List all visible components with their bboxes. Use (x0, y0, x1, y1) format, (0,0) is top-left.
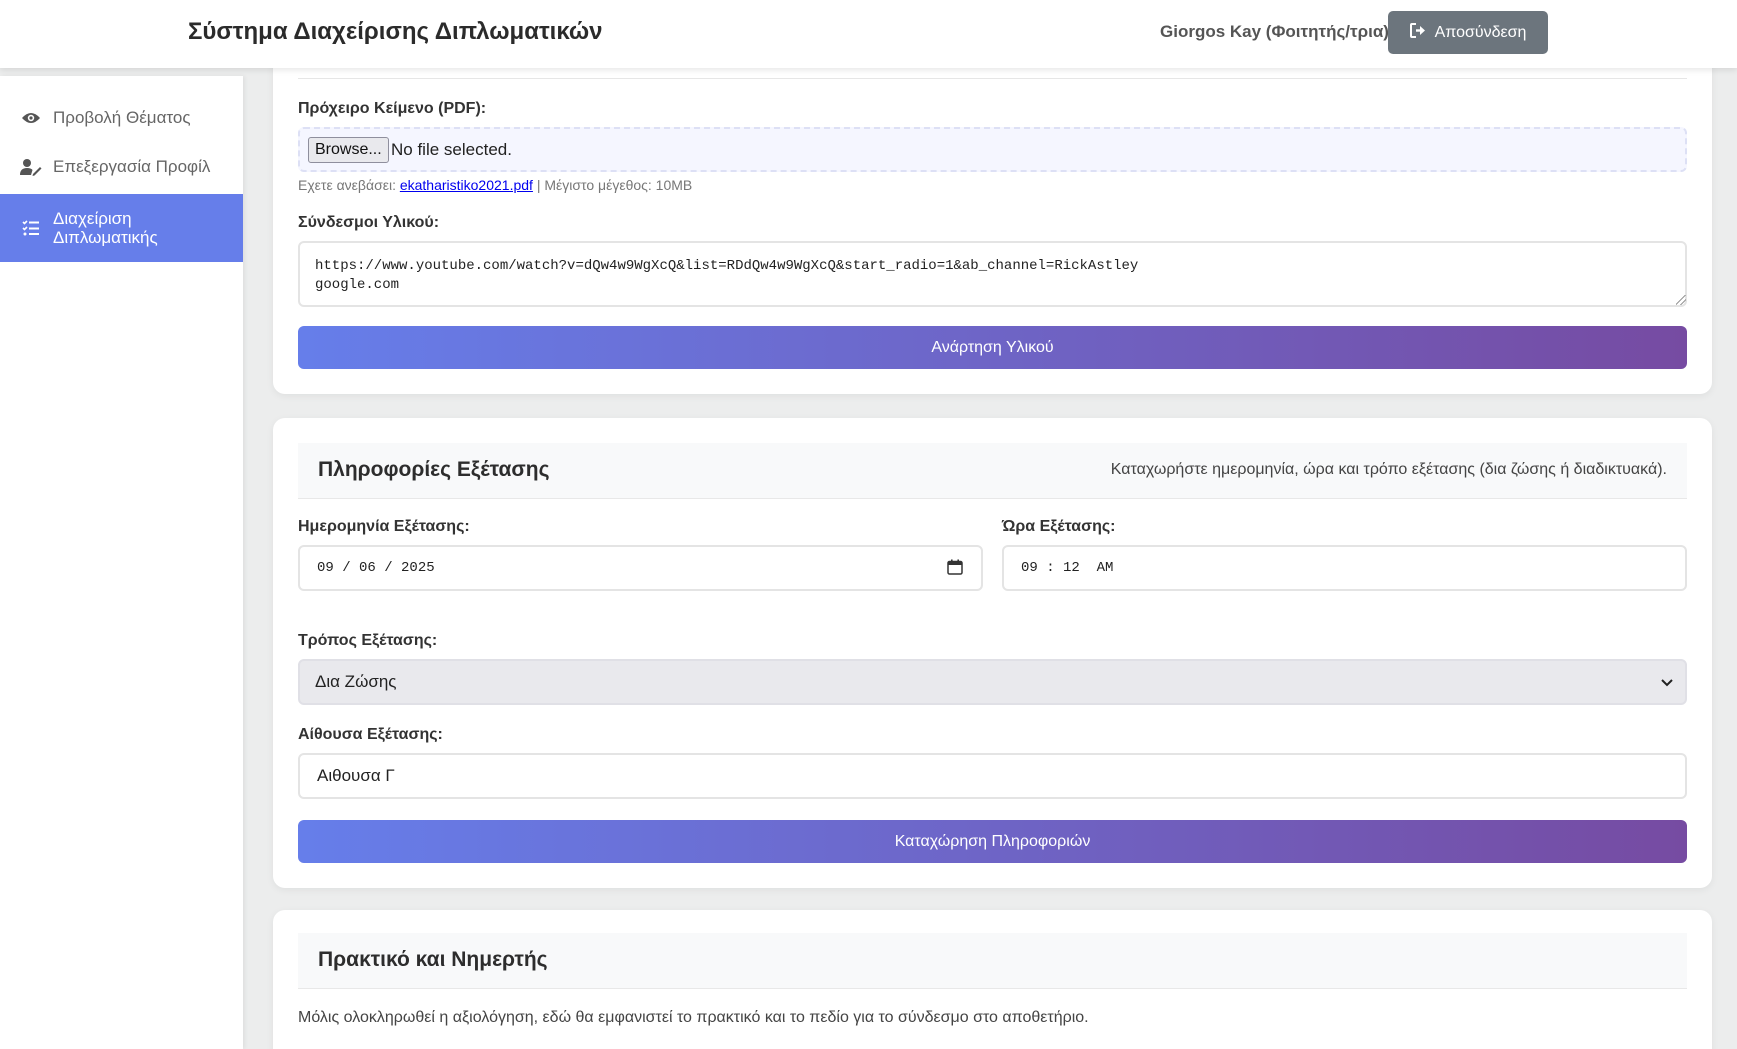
record-section-header: Πρακτικό και Νημερτής (298, 933, 1687, 989)
uploaded-file-link[interactable]: ekatharistiko2021.pdf (400, 177, 533, 193)
file-upload-field[interactable]: Browse... No file selected. (298, 127, 1687, 172)
record-title: Πρακτικό και Νημερτής (318, 948, 548, 971)
exam-time-label: Ώρα Εξέτασης: (1002, 518, 1116, 535)
exam-mode-label: Τρόπος Εξέτασης: (298, 632, 438, 649)
exam-date-value: 09 / 06 / 2025 (317, 560, 435, 576)
file-status: No file selected. (391, 140, 512, 159)
exam-time-value: 09 : 12 AM (1021, 560, 1114, 576)
links-label: Σύνδεσμοι Υλικού: (298, 214, 440, 231)
sidebar-item-view-topic[interactable]: Προβολή Θέματος (0, 98, 243, 138)
exam-section-header: Πληροφορίες Εξέτασης Καταχωρήστε ημερομη… (298, 443, 1687, 499)
sidebar: Προβολή Θέματος Επεξεργασία Προφίλ Διαχε… (0, 76, 243, 1049)
exam-date-label: Ημερομηνία Εξέτασης: (298, 518, 470, 535)
top-bar: Σύστημα Διαχείρισης Διπλωματικών Giorgos… (0, 0, 1737, 68)
exam-mode-value: Δια Ζώσης (315, 672, 397, 691)
upload-note: Εχετε ανεβάσει: ekatharistiko2021.pdf | … (298, 177, 692, 193)
resize-handle[interactable] (1676, 295, 1686, 305)
sidebar-item-edit-profile[interactable]: Επεξεργασία Προφίλ (0, 147, 243, 187)
eye-icon (20, 107, 42, 129)
exam-room-label: Αίθουσα Εξέτασης: (298, 726, 443, 743)
uploaded-prefix: Εχετε ανεβάσει: (298, 177, 396, 193)
logout-label: Αποσύνδεση (1434, 23, 1527, 41)
exam-hint: Καταχωρήστε ημερομηνία, ώρα και τρόπο εξ… (1110, 461, 1667, 478)
exam-mode-select[interactable]: Δια Ζώσης (298, 659, 1687, 705)
sidebar-item-label: Επεξεργασία Προφίλ (53, 157, 211, 176)
links-textarea[interactable]: https://www.youtube.com/watch?v=dQw4w9Wg… (298, 241, 1687, 307)
exam-room-value: Αιθουσα Γ (317, 766, 395, 785)
calendar-icon[interactable] (947, 559, 963, 575)
logout-button[interactable]: Αποσύνδεση (1388, 11, 1548, 54)
sidebar-item-manage-thesis[interactable]: Διαχείριση Διπλωματικής (0, 194, 243, 262)
exam-time-input[interactable]: 09 : 12 AM (1002, 545, 1687, 591)
chevron-down-icon (1661, 674, 1673, 690)
app-title: Σύστημα Διαχείρισης Διπλωματικών (188, 18, 603, 45)
record-text: Μόλις ολοκληρωθεί η αξιολόγηση, εδώ θα ε… (298, 1009, 1089, 1026)
save-exam-info-button[interactable]: Καταχώρηση Πληροφοριών (298, 820, 1687, 863)
sidebar-item-label: Προβολή Θέματος (53, 108, 191, 127)
material-card: Πρόχειρο Κείμενο (PDF): Browse... No fil… (273, 40, 1712, 394)
tasks-icon (20, 217, 42, 239)
exam-room-input[interactable]: Αιθουσα Γ (298, 753, 1687, 799)
record-card: Πρακτικό και Νημερτής Μόλις ολοκληρωθεί … (273, 910, 1712, 1049)
exam-card: Πληροφορίες Εξέτασης Καταχωρήστε ημερομη… (273, 418, 1712, 888)
post-material-button[interactable]: Ανάρτηση Υλικού (298, 326, 1687, 369)
user-edit-icon (20, 156, 42, 178)
max-size-note: | Μέγιστο μέγεθος: 10MB (536, 177, 693, 193)
sidebar-item-label: Διαχείριση Διπλωματικής (53, 209, 158, 247)
divider (298, 78, 1687, 79)
exam-date-input[interactable]: 09 / 06 / 2025 (298, 545, 983, 591)
draft-label: Πρόχειρο Κείμενο (PDF): (298, 100, 487, 117)
exam-title: Πληροφορίες Εξέτασης (318, 458, 550, 481)
sign-out-icon (1409, 22, 1427, 43)
current-user: Giorgos Kay (Φοιτητής/τρια) (1160, 22, 1389, 41)
browse-button[interactable]: Browse... (308, 137, 389, 163)
